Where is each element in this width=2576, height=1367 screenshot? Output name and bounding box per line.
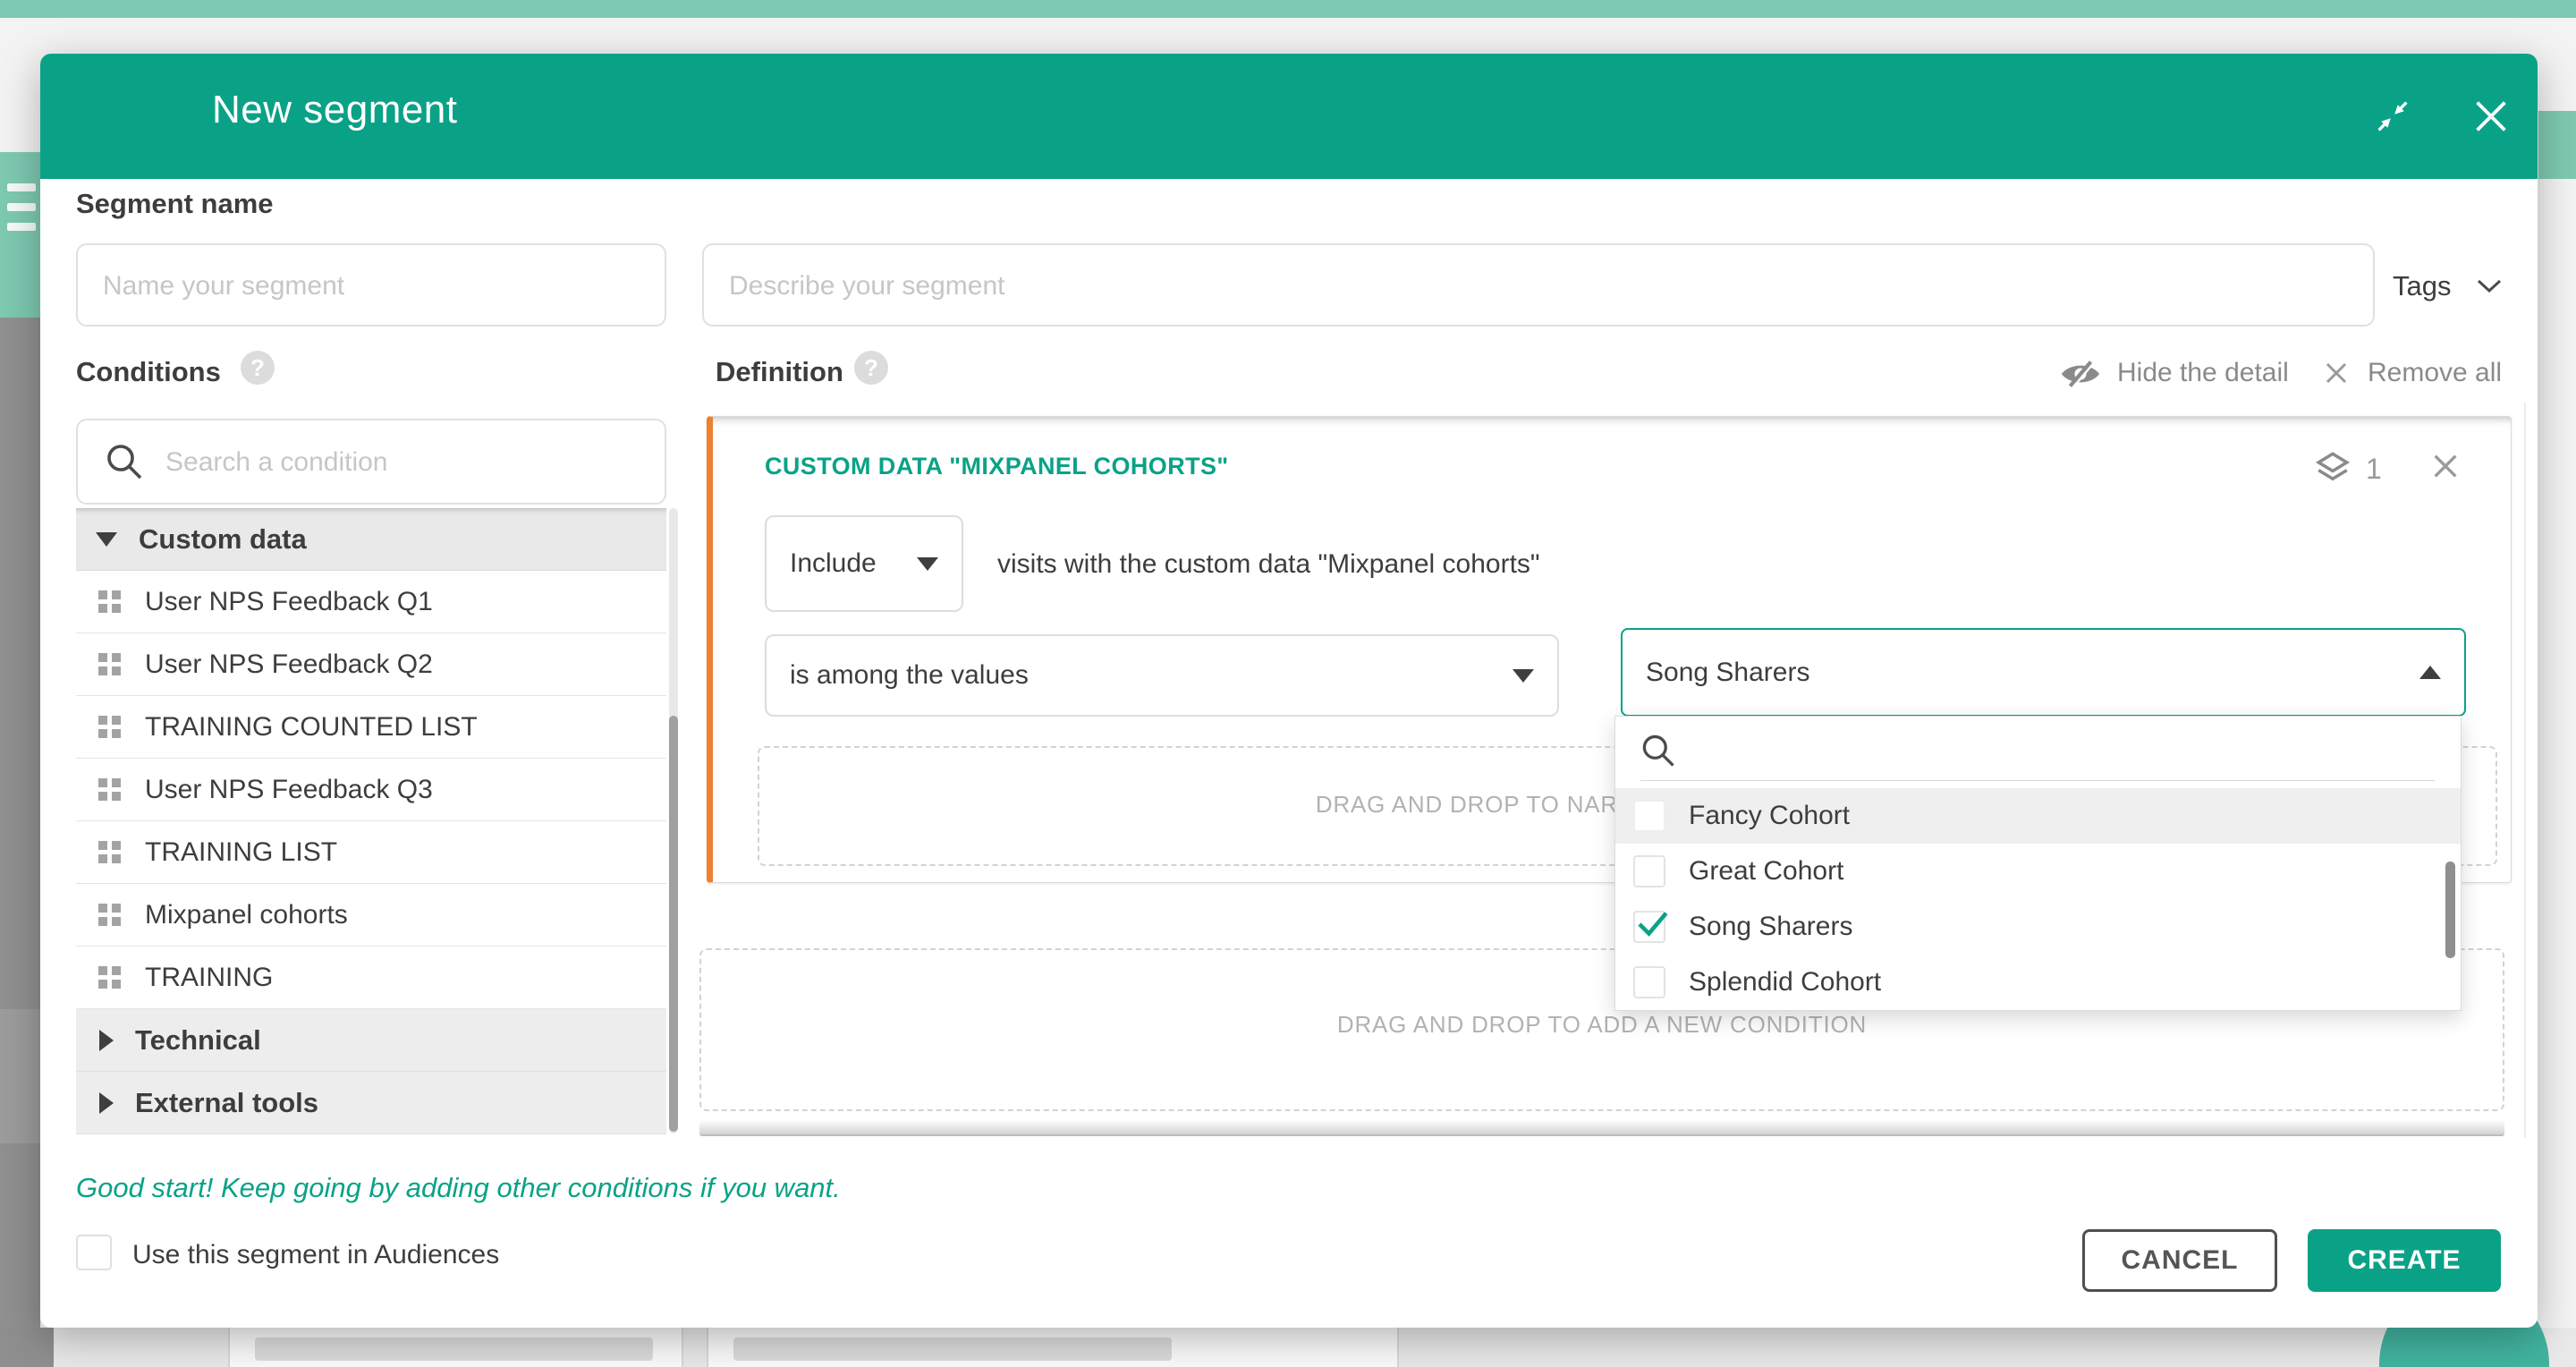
drag-handle-icon <box>98 778 121 801</box>
dialog-title: New segment <box>212 88 458 132</box>
background-page-edge <box>0 1328 54 1367</box>
condition-close-icon[interactable] <box>2430 451 2461 486</box>
list-item[interactable]: TRAINING COUNTED LIST <box>76 696 666 759</box>
segment-name-field[interactable] <box>76 243 666 327</box>
definition-title: Definition <box>716 356 843 388</box>
condition-search-field[interactable] <box>76 419 666 505</box>
dropzone-hint: DRAG AND DROP TO NAR <box>1316 791 1618 819</box>
option-splendid-cohort[interactable]: Splendid Cohort <box>1615 955 2461 1010</box>
value-dropdown-panel: Fancy Cohort Great Cohort Song Sharers S… <box>1614 716 2462 1011</box>
hide-detail-button[interactable]: Hide the detail <box>2117 358 2289 388</box>
background-bar <box>733 1337 1172 1361</box>
chevron-down-icon <box>2475 277 2504 300</box>
background-sidebar-toggle <box>0 152 40 318</box>
drag-handle-icon <box>98 904 121 926</box>
search-icon <box>103 440 146 488</box>
segment-description-input[interactable] <box>727 245 2353 327</box>
search-icon <box>1639 731 1678 775</box>
list-item[interactable]: User NPS Feedback Q2 <box>76 633 666 696</box>
screen: New segment Segment name <box>0 0 2576 1367</box>
dialog-header: New segment <box>40 54 2538 179</box>
audiences-checkbox[interactable] <box>76 1235 112 1270</box>
group-custom-data[interactable]: Custom data <box>76 508 666 571</box>
triangle-right-icon <box>99 1092 114 1114</box>
hamburger-icon <box>7 183 36 191</box>
encouragement-message: Good start! Keep going by adding other c… <box>76 1172 841 1204</box>
caret-down-icon <box>1513 669 1534 683</box>
close-icon[interactable] <box>2471 97 2511 140</box>
triangle-right-icon <box>99 1030 114 1051</box>
checkbox-unchecked[interactable] <box>1633 966 1665 998</box>
eye-off-icon[interactable] <box>2058 356 2103 396</box>
dropdown-scrollbar-thumb[interactable] <box>2445 862 2455 958</box>
layer-count: 1 <box>2366 453 2382 486</box>
dropdown-divider <box>1640 780 2435 781</box>
cancel-button[interactable]: CANCEL <box>2082 1229 2277 1292</box>
list-item[interactable]: User NPS Feedback Q3 <box>76 759 666 821</box>
hamburger-icon <box>7 203 36 211</box>
hamburger-icon <box>7 223 36 231</box>
background-bar <box>255 1337 653 1361</box>
condition-card-title: CUSTOM DATA "MIXPANEL COHORTS" <box>765 453 1229 480</box>
background-topbar <box>0 0 2576 18</box>
checkbox-unchecked[interactable] <box>1633 855 1665 887</box>
list-item[interactable]: TRAINING <box>76 947 666 1009</box>
drag-handle-icon <box>98 966 121 989</box>
include-suffix-text: visits with the custom data "Mixpanel co… <box>997 549 1540 580</box>
segment-name-input[interactable] <box>101 245 645 327</box>
definition-hscrollbar[interactable] <box>699 1120 2504 1136</box>
audiences-label: Use this segment in Audiences <box>132 1240 499 1270</box>
remove-all-button[interactable]: Remove all <box>2368 358 2502 388</box>
list-item[interactable]: TRAINING LIST <box>76 821 666 884</box>
drag-handle-icon <box>98 841 121 863</box>
drag-handle-icon <box>98 590 121 613</box>
drag-handle-icon <box>98 653 121 675</box>
operator-select[interactable]: is among the values <box>765 634 1559 717</box>
new-segment-dialog: New segment Segment name <box>40 54 2538 1328</box>
remove-all-x-icon[interactable] <box>2323 360 2350 391</box>
new-condition-hint: DRAG AND DROP TO ADD A NEW CONDITION <box>701 1011 2503 1039</box>
background-sidebar <box>0 318 40 1328</box>
collapse-icon[interactable] <box>2373 97 2412 140</box>
layers-icon <box>2314 449 2351 491</box>
segment-name-label: Segment name <box>76 188 274 220</box>
conditions-help-icon[interactable] <box>241 351 275 385</box>
checkmark-icon <box>1633 905 1671 947</box>
option-song-sharers[interactable]: Song Sharers <box>1615 899 2461 955</box>
background-teal-fragment <box>2538 111 2576 179</box>
definition-divider <box>2524 403 2526 1138</box>
group-external-tools[interactable]: External tools <box>76 1072 666 1134</box>
segment-description-field[interactable] <box>702 243 2375 327</box>
value-select[interactable]: Song Sharers <box>1621 628 2466 717</box>
tags-dropdown[interactable]: Tags <box>2393 261 2545 315</box>
option-fancy-cohort[interactable]: Fancy Cohort <box>1615 788 2461 844</box>
option-great-cohort[interactable]: Great Cohort <box>1615 844 2461 899</box>
list-item[interactable]: User NPS Feedback Q1 <box>76 571 666 633</box>
caret-down-icon <box>917 557 938 571</box>
condition-search-input[interactable] <box>164 420 645 505</box>
checkbox-unchecked[interactable] <box>1633 800 1665 832</box>
triangle-down-icon <box>96 532 117 547</box>
conditions-scrollbar-thumb[interactable] <box>669 716 678 1132</box>
dropdown-search-field[interactable] <box>1615 717 2461 779</box>
definition-help-icon[interactable] <box>854 351 888 385</box>
include-select[interactable]: Include <box>765 515 963 612</box>
conditions-title: Conditions <box>76 356 221 388</box>
checkbox-checked[interactable] <box>1633 911 1665 943</box>
create-button[interactable]: CREATE <box>2308 1229 2501 1292</box>
list-item[interactable]: Mixpanel cohorts <box>76 884 666 947</box>
background-sidebar-item <box>0 1009 40 1143</box>
conditions-list: Custom data User NPS Feedback Q1 User NP… <box>76 508 666 1134</box>
drag-handle-icon <box>98 716 121 738</box>
caret-up-icon <box>2419 666 2441 679</box>
group-technical[interactable]: Technical <box>76 1009 666 1072</box>
